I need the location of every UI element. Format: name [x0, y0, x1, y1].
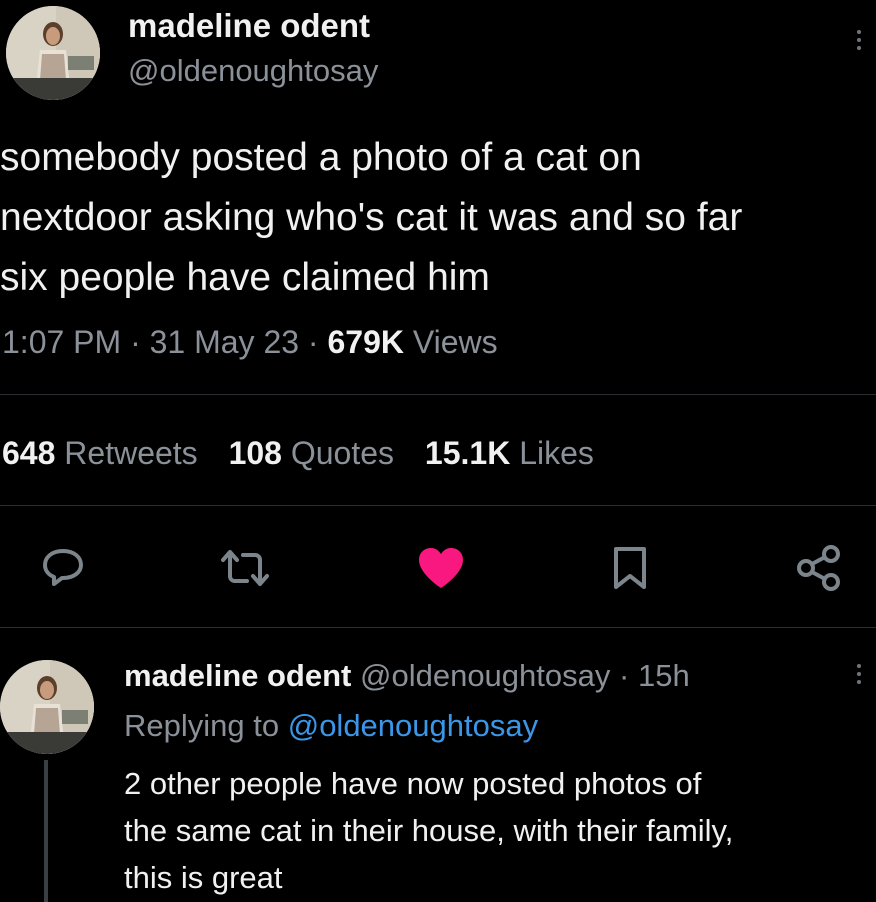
- share-icon[interactable]: [794, 543, 844, 593]
- reply-more-options-icon[interactable]: [856, 664, 862, 688]
- retweet-icon[interactable]: [219, 548, 271, 588]
- retweets-label: Retweets: [64, 435, 198, 471]
- reply-text-line: 2 other people have now posted photos of: [124, 766, 702, 801]
- tweet-date[interactable]: 31 May 23: [150, 324, 299, 360]
- likes-count: 15.1K: [424, 435, 511, 471]
- reply-icon[interactable]: [41, 547, 85, 587]
- reply-text-line: the same cat in their house, with their …: [124, 813, 734, 848]
- heart-icon[interactable]: [416, 546, 466, 590]
- reply-text-line: this is great: [124, 860, 283, 895]
- tweet-text: somebody posted a photo of a cat on next…: [0, 128, 876, 308]
- meta-separator: ·: [130, 324, 141, 360]
- divider: [0, 627, 876, 628]
- tweet-text-line: six people have claimed him: [0, 256, 490, 299]
- views-label: Views: [412, 324, 498, 360]
- tweet-stats: 648 Retweets 108 Quotes 15.1K Likes: [2, 433, 594, 473]
- reply-author-name[interactable]: madeline odent: [124, 658, 351, 693]
- avatar-photo: [6, 6, 100, 100]
- quotes-stat[interactable]: 108 Quotes: [229, 435, 403, 471]
- likes-label: Likes: [519, 435, 594, 471]
- reply-age[interactable]: 15h: [638, 658, 690, 693]
- reply-header: madeline odent @oldenoughtosay · 15h: [124, 656, 690, 696]
- reply-author-handle[interactable]: @oldenoughtosay: [360, 658, 610, 693]
- reply-separator: ·: [619, 658, 630, 693]
- more-options-icon[interactable]: [856, 30, 862, 54]
- retweets-count: 648: [2, 435, 56, 471]
- avatar-photo: [0, 660, 94, 754]
- replying-to-prefix: Replying to: [124, 708, 280, 743]
- quotes-label: Quotes: [290, 435, 395, 471]
- thread-line: [44, 760, 48, 902]
- likes-stat[interactable]: 15.1K Likes: [425, 435, 594, 471]
- bookmark-icon[interactable]: [610, 545, 650, 591]
- retweets-stat[interactable]: 648 Retweets: [2, 435, 207, 471]
- divider: [0, 505, 876, 506]
- author-avatar[interactable]: [6, 6, 100, 100]
- reply-text: 2 other people have now posted photos of…: [124, 760, 733, 901]
- replying-to-handle[interactable]: @oldenoughtosay: [288, 708, 538, 743]
- author-name[interactable]: madeline odent: [128, 6, 370, 46]
- tweet-text-line: somebody posted a photo of a cat on: [0, 136, 642, 179]
- meta-separator: ·: [307, 324, 319, 360]
- replying-to: Replying to @oldenoughtosay: [124, 706, 538, 746]
- tweet-text-line: nextdoor asking who's cat it was and so …: [0, 196, 743, 239]
- quotes-count: 108: [228, 435, 282, 471]
- author-handle[interactable]: @oldenoughtosay: [128, 52, 378, 90]
- tweet-time[interactable]: 1:07 PM: [2, 324, 121, 360]
- divider: [0, 394, 876, 395]
- reply-author-avatar[interactable]: [0, 660, 94, 754]
- tweet-meta: 1:07 PM · 31 May 23 · 679K Views: [2, 322, 498, 362]
- views-count: 679K: [327, 324, 404, 360]
